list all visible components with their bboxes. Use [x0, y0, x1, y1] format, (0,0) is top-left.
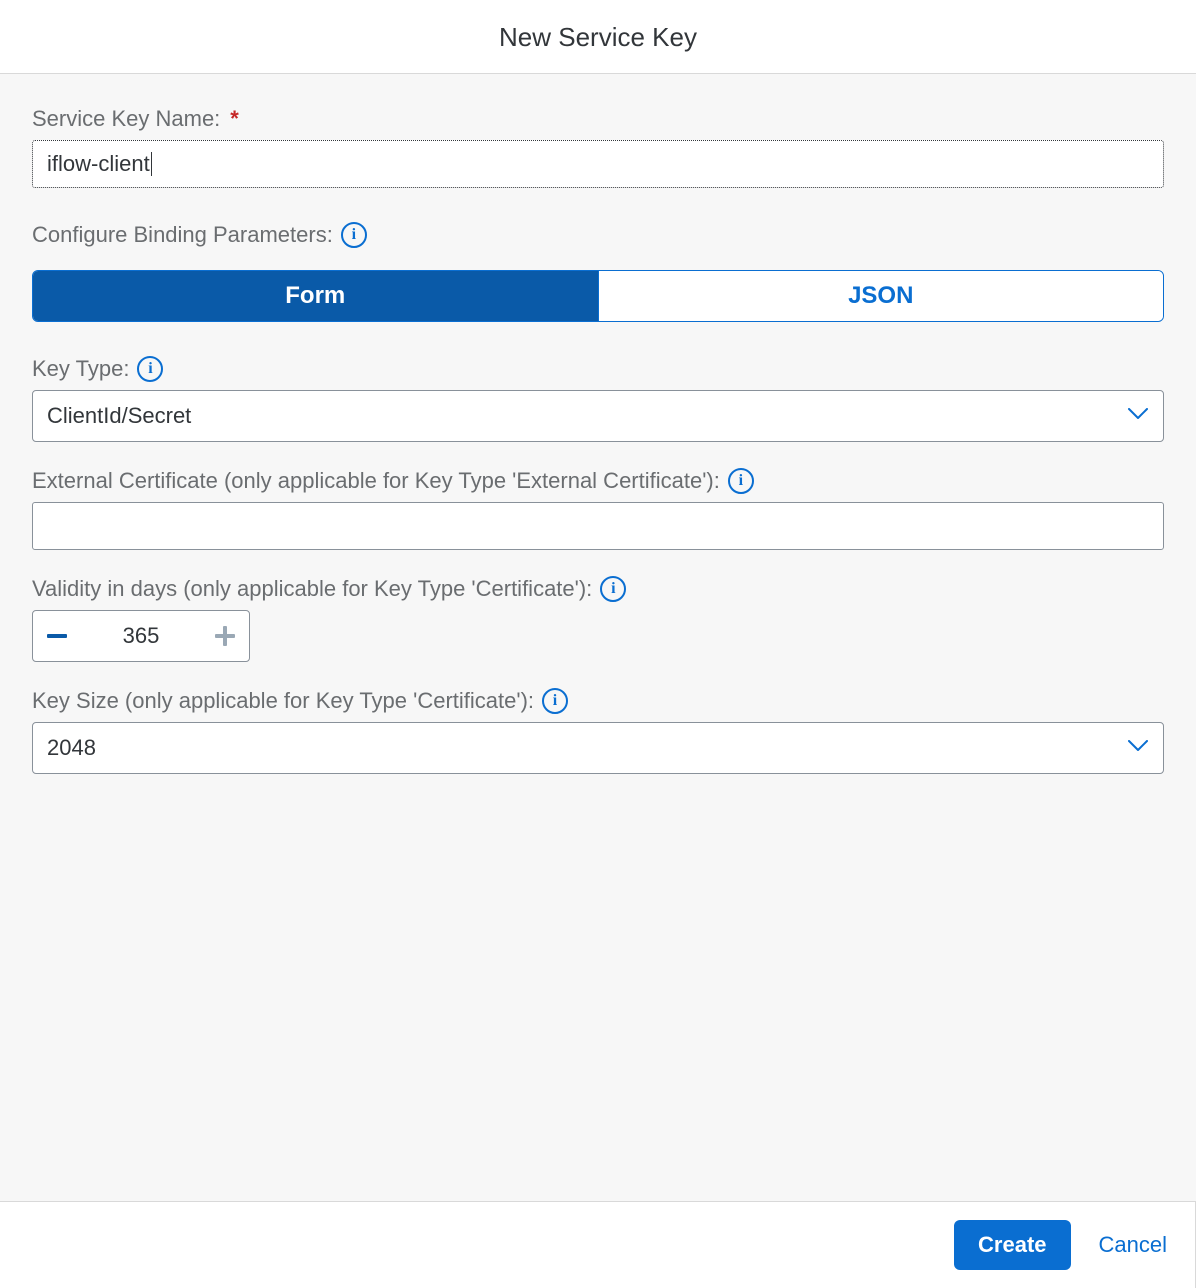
- validity-stepper: 365: [32, 610, 250, 662]
- binding-params-tabs: Form JSON: [32, 270, 1164, 322]
- info-icon[interactable]: i: [137, 356, 163, 382]
- key-size-select[interactable]: 2048: [32, 722, 1164, 774]
- tab-form[interactable]: Form: [33, 271, 598, 321]
- field-validity: Validity in days (only applicable for Ke…: [32, 576, 1164, 662]
- dialog-content: Service Key Name: * iflow-client Configur…: [0, 74, 1196, 1201]
- dialog-header: New Service Key: [0, 0, 1196, 74]
- info-icon[interactable]: i: [542, 688, 568, 714]
- key-type-label: Key Type: i: [32, 356, 1164, 382]
- external-cert-label-text: External Certificate (only applicable fo…: [32, 468, 720, 494]
- key-type-select[interactable]: ClientId/Secret: [32, 390, 1164, 442]
- dialog-footer: Create Cancel: [0, 1201, 1196, 1288]
- field-service-key-name: Service Key Name: * iflow-client: [32, 106, 1164, 188]
- validity-label: Validity in days (only applicable for Ke…: [32, 576, 1164, 602]
- external-cert-label: External Certificate (only applicable fo…: [32, 468, 1164, 494]
- service-key-name-label-text: Service Key Name:: [32, 106, 220, 132]
- field-key-type: Key Type: i ClientId/Secret: [32, 356, 1164, 442]
- field-key-size: Key Size (only applicable for Key Type '…: [32, 688, 1164, 774]
- service-key-name-value: iflow-client: [47, 151, 150, 177]
- stepper-plus-button[interactable]: [201, 611, 249, 661]
- key-size-label-text: Key Size (only applicable for Key Type '…: [32, 688, 534, 714]
- required-asterisk-icon: *: [230, 106, 239, 132]
- plus-icon: [215, 626, 235, 646]
- info-icon[interactable]: i: [341, 222, 367, 248]
- key-type-label-text: Key Type:: [32, 356, 129, 382]
- cancel-button[interactable]: Cancel: [1099, 1232, 1167, 1258]
- validity-label-text: Validity in days (only applicable for Ke…: [32, 576, 592, 602]
- validity-value[interactable]: 365: [81, 611, 201, 661]
- binding-params-label: Configure Binding Parameters: i: [32, 222, 1164, 248]
- info-icon[interactable]: i: [728, 468, 754, 494]
- key-size-value: 2048: [47, 735, 96, 761]
- key-size-label: Key Size (only applicable for Key Type '…: [32, 688, 1164, 714]
- stepper-minus-button[interactable]: [33, 611, 81, 661]
- field-external-cert: External Certificate (only applicable fo…: [32, 468, 1164, 550]
- create-button[interactable]: Create: [954, 1220, 1070, 1270]
- minus-icon: [47, 634, 67, 638]
- external-cert-input[interactable]: [32, 502, 1164, 550]
- binding-params-label-text: Configure Binding Parameters:: [32, 222, 333, 248]
- binding-params-section: Configure Binding Parameters: i Form JSO…: [32, 222, 1164, 322]
- text-caret-icon: [151, 152, 152, 176]
- key-type-value: ClientId/Secret: [47, 403, 191, 429]
- tab-json[interactable]: JSON: [598, 271, 1164, 321]
- dialog-title: New Service Key: [0, 22, 1196, 53]
- service-key-name-input[interactable]: iflow-client: [32, 140, 1164, 188]
- service-key-name-label: Service Key Name: *: [32, 106, 1164, 132]
- info-icon[interactable]: i: [600, 576, 626, 602]
